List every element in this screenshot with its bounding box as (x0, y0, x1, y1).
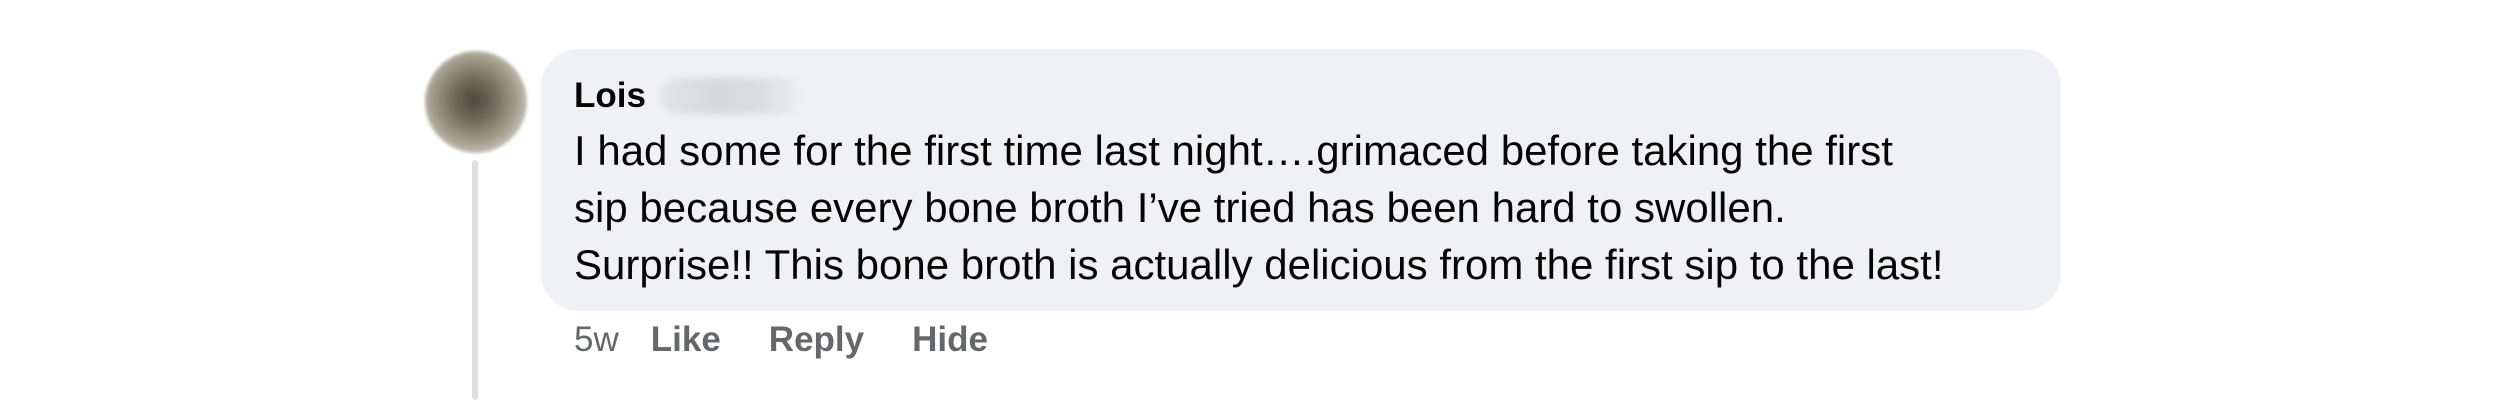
reply-button[interactable]: Reply (769, 320, 864, 360)
like-button[interactable]: Like (651, 320, 721, 360)
hide-button[interactable]: Hide (912, 320, 988, 360)
thread-line (472, 160, 478, 400)
author-name[interactable]: Lois (574, 74, 646, 118)
comment-text-line: sip because every bone broth I’ve tried … (574, 184, 1786, 231)
comment-text-line: I had some for the first time last night… (574, 127, 1893, 174)
comment-text: I had some for the first time last night… (574, 122, 2044, 293)
comment-text-line: Surprise!! This bone broth is actually d… (574, 241, 1944, 288)
avatar[interactable] (425, 51, 527, 153)
comment-actions: 5w Like Reply Hide (574, 318, 988, 362)
author-row: Lois (574, 74, 800, 118)
comment-timestamp[interactable]: 5w (574, 320, 619, 360)
redacted-surname (659, 78, 800, 114)
